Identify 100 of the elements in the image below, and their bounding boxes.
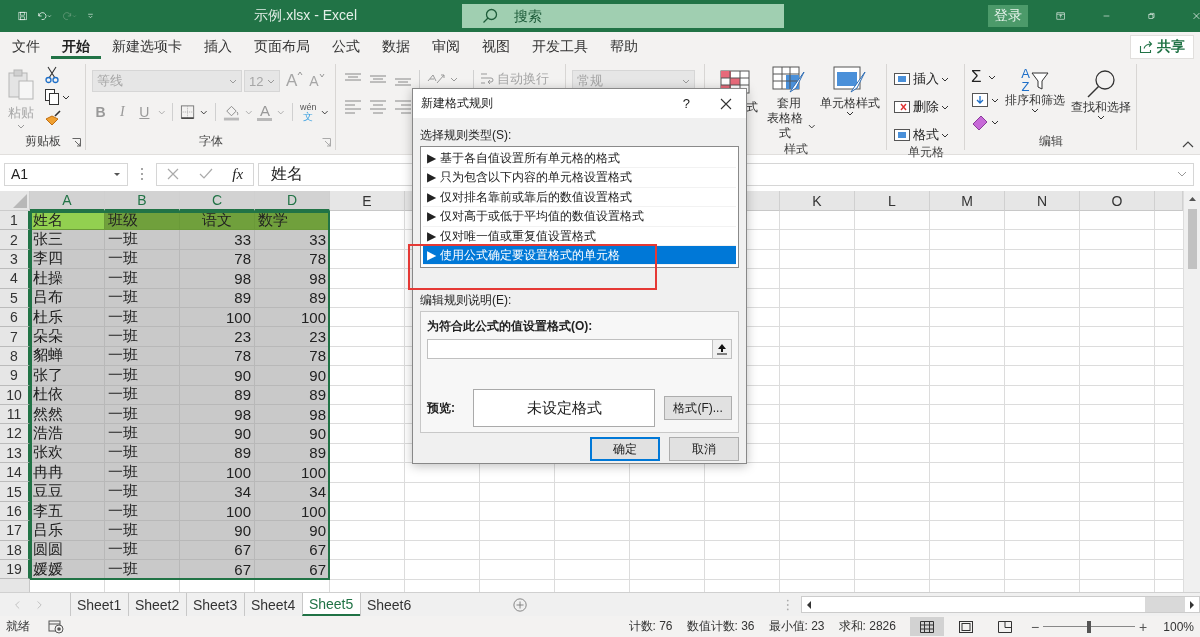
row-header[interactable]: 4 xyxy=(0,269,30,289)
share-button[interactable]: 共享 xyxy=(1130,35,1194,59)
name-box[interactable]: A1 xyxy=(4,162,128,186)
ok-button[interactable]: 确定 xyxy=(590,437,660,462)
row-header[interactable]: 13 xyxy=(0,443,30,464)
row-header[interactable]: 11 xyxy=(0,404,30,425)
search-field[interactable]: 搜索 xyxy=(461,4,784,28)
row-header[interactable]: 9 xyxy=(0,366,30,386)
column-header[interactable]: E xyxy=(330,191,405,211)
border-icon[interactable] xyxy=(180,104,196,120)
format-as-table-button[interactable]: 套用 表格格式 xyxy=(762,66,816,141)
row-header[interactable]: 16 xyxy=(0,501,30,522)
row-header[interactable]: 15 xyxy=(0,482,30,502)
cell-styles-button[interactable]: 单元格样式 xyxy=(820,66,880,141)
cut-icon[interactable] xyxy=(44,66,60,84)
row-header[interactable]: 6 xyxy=(0,307,30,328)
row-header[interactable]: 17 xyxy=(0,521,30,541)
ribbon-tab[interactable]: 新建选项卡 xyxy=(101,32,193,62)
caret-icon[interactable] xyxy=(991,119,999,125)
horizontal-align-icon[interactable] xyxy=(392,98,414,114)
column-header[interactable]: K xyxy=(780,191,855,211)
format-button[interactable]: 格式(F)... xyxy=(664,396,732,421)
ribbon-tab[interactable]: 文件 xyxy=(1,32,51,62)
help-button[interactable]: ? xyxy=(682,96,690,111)
row-header[interactable]: 2 xyxy=(0,230,30,250)
autosum-button[interactable]: Σ xyxy=(971,68,999,86)
rule-type-item[interactable]: ▶ 仅对排名靠前或靠后的数值设置格式 xyxy=(423,187,736,208)
caret-icon[interactable] xyxy=(321,109,329,115)
horizontal-align-icon[interactable] xyxy=(367,98,389,114)
horizontal-scrollbar[interactable] xyxy=(801,596,1200,613)
column-header[interactable]: L xyxy=(855,191,930,211)
find-select-button[interactable]: 查找和选择 xyxy=(1071,68,1131,132)
add-sheet-icon[interactable] xyxy=(512,596,527,613)
rule-type-item[interactable]: ▶ 只为包含以下内容的单元格设置格式 xyxy=(423,168,736,188)
column-header[interactable]: M xyxy=(930,191,1005,211)
cancel-icon[interactable] xyxy=(166,168,179,180)
rule-type-item[interactable]: ▶ 仅对唯一值或重复值设置格式 xyxy=(423,226,736,246)
caret-icon[interactable] xyxy=(991,97,999,103)
column-header[interactable]: O xyxy=(1080,191,1155,211)
caret-icon xyxy=(1031,108,1039,113)
caret-icon[interactable] xyxy=(200,109,208,115)
select-all-icon[interactable] xyxy=(13,194,27,208)
caret-icon[interactable] xyxy=(62,94,70,100)
rule-type-item[interactable]: ▶ 仅对高于或低于平均值的数值设置格式 xyxy=(423,207,736,227)
ribbon-tab[interactable]: 视图 xyxy=(471,32,521,62)
horizontal-align-icon[interactable] xyxy=(342,98,364,114)
zoom-out-button[interactable]: − xyxy=(1030,618,1040,635)
column-header[interactable]: D xyxy=(255,191,330,211)
ribbon-tab[interactable]: 页面布局 xyxy=(243,32,321,62)
zoom-thumb[interactable] xyxy=(1087,620,1092,633)
row-header[interactable]: 14 xyxy=(0,463,30,483)
scrollbar-thumb[interactable] xyxy=(1188,209,1197,269)
column-header[interactable]: N xyxy=(1005,191,1080,211)
column-header[interactable]: A xyxy=(30,191,105,211)
row-header[interactable]: 10 xyxy=(0,385,30,405)
row-header[interactable]: 1 xyxy=(0,211,30,231)
zoom-level[interactable]: 100% xyxy=(1163,619,1194,634)
enter-icon[interactable] xyxy=(198,168,213,180)
fill-color-icon[interactable] xyxy=(222,103,240,121)
collapse-dialog-icon[interactable] xyxy=(712,339,732,360)
row-header[interactable]: 8 xyxy=(0,346,30,367)
ribbon-display-icon[interactable] xyxy=(1055,9,1066,23)
cells-menu-button[interactable]: 删除 xyxy=(893,98,958,116)
cells-menu-button[interactable]: 格式 xyxy=(893,126,958,144)
vertical-scrollbar[interactable] xyxy=(1183,191,1200,592)
rule-type-item[interactable]: ▶ 基于各自值设置所有单元格的格式 xyxy=(423,149,736,169)
drag-handle-icon[interactable] xyxy=(785,597,790,612)
restore-icon[interactable] xyxy=(1148,10,1156,22)
row-header[interactable]: 19 xyxy=(0,560,30,580)
fill-down-icon[interactable] xyxy=(971,92,989,108)
drag-handle-icon[interactable] xyxy=(140,167,144,181)
macro-record-icon[interactable] xyxy=(48,619,64,634)
collapse-ribbon-icon[interactable] xyxy=(1182,140,1194,148)
row-header[interactable]: 7 xyxy=(0,327,30,347)
view-button[interactable] xyxy=(909,617,944,636)
row-header[interactable]: 5 xyxy=(0,288,30,308)
row-header[interactable]: 18 xyxy=(0,540,30,561)
sheet-tab[interactable]: Sheet5 xyxy=(301,593,360,616)
row-header[interactable]: 3 xyxy=(0,249,30,270)
cancel-button[interactable]: 取消 xyxy=(669,437,739,462)
ribbon-tab[interactable]: 开发工具 xyxy=(521,32,599,62)
column-header[interactable]: C xyxy=(180,191,255,211)
ribbon-tab[interactable]: 审阅 xyxy=(421,32,471,62)
cells-menu-button[interactable]: 插入 xyxy=(893,70,958,88)
ribbon-tab[interactable]: 公式 xyxy=(321,32,371,62)
ribbon-tab[interactable]: 数据 xyxy=(371,32,421,62)
zoom-in-button[interactable]: + xyxy=(1139,618,1148,635)
ribbon-tab[interactable]: 开始 xyxy=(51,32,101,62)
ribbon-tab[interactable]: 插入 xyxy=(193,32,243,62)
row-header[interactable]: 12 xyxy=(0,424,30,444)
insert-function-button[interactable]: fx xyxy=(232,165,244,183)
copy-icon[interactable] xyxy=(44,88,60,106)
eraser-icon[interactable] xyxy=(971,114,989,130)
column-header[interactable]: B xyxy=(105,191,180,211)
sort-filter-button[interactable]: A Z 排序和筛选 xyxy=(1005,68,1065,132)
table-cell: 一班 xyxy=(105,346,180,367)
formula-input[interactable] xyxy=(427,339,712,360)
launcher-icon[interactable] xyxy=(72,138,81,147)
close-icon[interactable] xyxy=(720,97,732,110)
ribbon-tab[interactable]: 帮助 xyxy=(599,32,649,62)
